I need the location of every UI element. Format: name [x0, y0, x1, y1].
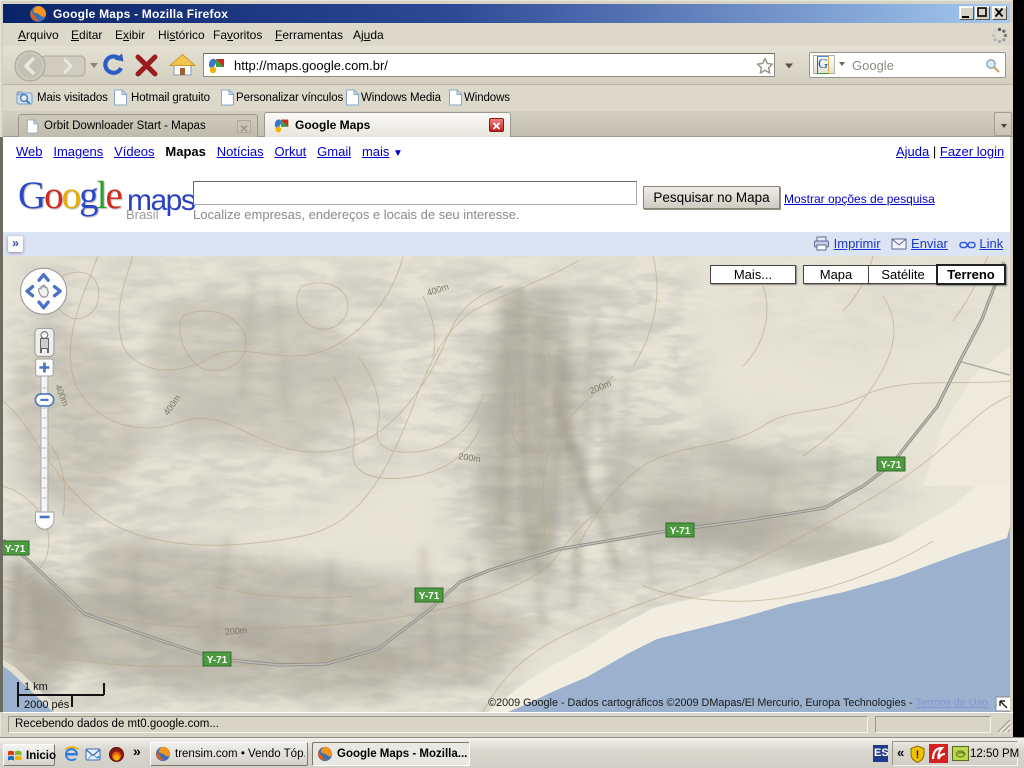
svg-text:Y-71: Y-71	[207, 655, 228, 666]
svg-text:Y-71: Y-71	[670, 526, 691, 537]
svg-text:1 km: 1 km	[24, 681, 48, 693]
svg-text:Y-71: Y-71	[5, 544, 26, 555]
svg-text:!: !	[916, 749, 920, 761]
svg-text:2000 pés: 2000 pés	[24, 699, 70, 711]
svg-text:©2009 Google - Dados cartográf: ©2009 Google - Dados cartográficos ©2009…	[488, 697, 988, 709]
svg-text:Y-71: Y-71	[419, 591, 440, 602]
svg-text:Y-71: Y-71	[881, 460, 902, 471]
svg-text:200m: 200m	[224, 625, 247, 637]
